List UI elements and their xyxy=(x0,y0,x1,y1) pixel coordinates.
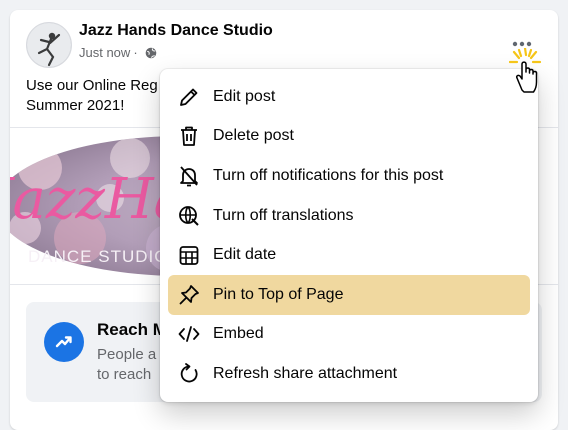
post-options-menu: Edit post Delete post Turn off notificat… xyxy=(160,69,538,402)
page-name-link[interactable]: Jazz Hands Dance Studio xyxy=(79,22,273,40)
bell-off-icon xyxy=(176,163,202,189)
post-timestamp[interactable]: Just now xyxy=(79,45,130,60)
calendar-icon xyxy=(176,242,202,268)
globe-translate-icon xyxy=(176,203,202,229)
menu-item-label: Refresh share attachment xyxy=(213,364,398,382)
menu-item-refresh-share-attachment[interactable]: Refresh share attachment xyxy=(168,354,530,394)
post-text: Use our Online Reg Summer 2021! xyxy=(26,76,176,116)
menu-item-label: Edit post xyxy=(213,87,276,105)
menu-item-label: Pin to Top of Page xyxy=(213,285,344,303)
trash-icon xyxy=(176,123,202,149)
page-avatar[interactable] xyxy=(26,22,72,68)
menu-item-turn-off-translations[interactable]: Turn off translations xyxy=(168,196,530,236)
menu-item-turn-off-notifications[interactable]: Turn off notifications for this post xyxy=(168,156,530,196)
logo-subtext: DANCE STUDIO xyxy=(28,247,168,266)
post-options-button[interactable] xyxy=(508,34,536,54)
menu-item-label: Delete post xyxy=(213,127,294,145)
menu-item-embed[interactable]: Embed xyxy=(168,315,530,355)
menu-item-edit-post[interactable]: Edit post xyxy=(168,77,530,117)
menu-item-pin-to-top[interactable]: Pin to Top of Page xyxy=(168,274,530,315)
trend-up-icon xyxy=(44,322,84,362)
menu-item-label: Edit date xyxy=(213,246,277,264)
menu-item-delete-post[interactable]: Delete post xyxy=(168,117,530,157)
menu-item-label: Embed xyxy=(213,325,264,343)
code-icon xyxy=(176,321,202,347)
pencil-icon xyxy=(176,84,202,110)
more-horizontal-icon xyxy=(512,41,532,47)
menu-item-edit-date[interactable]: Edit date xyxy=(168,235,530,275)
meta-separator: · xyxy=(133,45,138,60)
promo-title: Reach M xyxy=(97,320,167,339)
pin-icon xyxy=(176,282,202,308)
refresh-icon xyxy=(176,361,202,387)
post-text-line: Summer 2021! xyxy=(26,97,125,114)
menu-item-label: Turn off translations xyxy=(213,206,354,224)
globe-icon[interactable] xyxy=(145,47,157,59)
post-meta: Just now · xyxy=(79,45,157,60)
post-text-line: Use our Online Reg xyxy=(26,77,158,94)
menu-item-label: Turn off notifications for this post xyxy=(213,166,444,184)
